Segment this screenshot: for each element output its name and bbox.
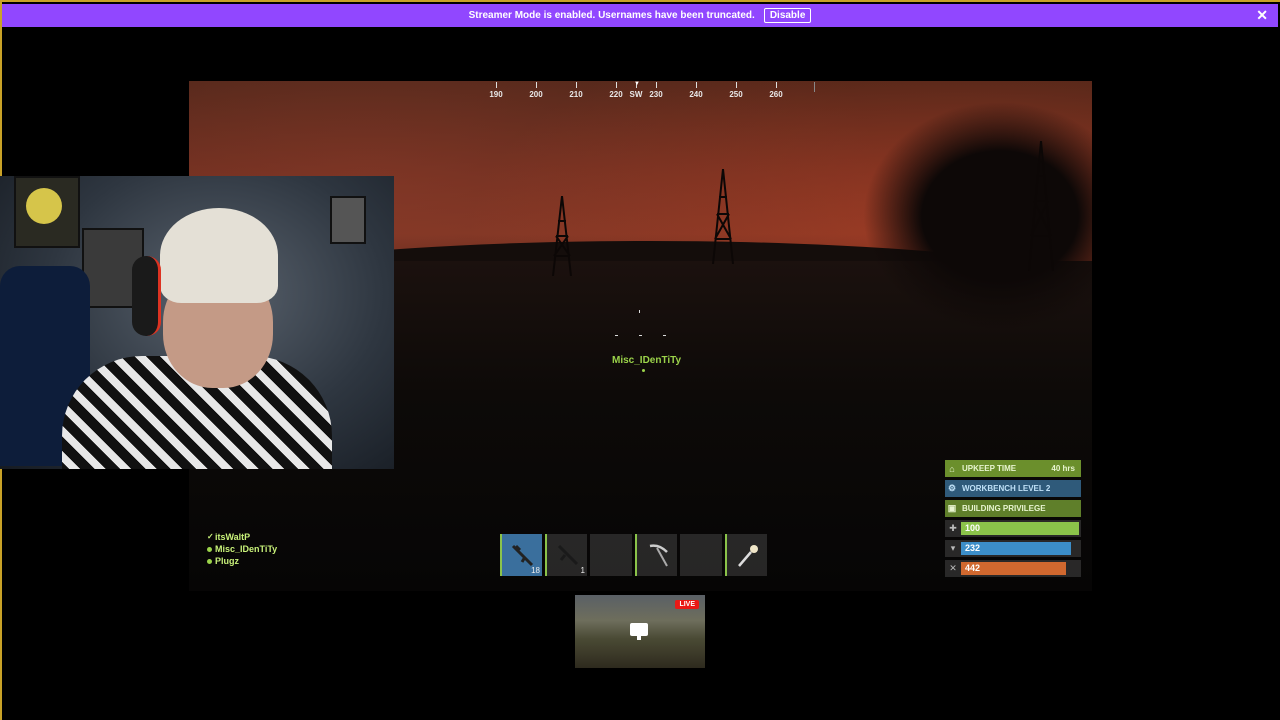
food-value: 442 — [965, 563, 981, 573]
team-member: Plugz — [207, 555, 277, 567]
health-icon: ✚ — [949, 523, 957, 533]
hotbar-slot-5[interactable] — [680, 534, 722, 576]
radio-tower-icon — [1028, 141, 1054, 271]
compass-label: 240 — [689, 90, 703, 99]
item-count: 1 — [580, 566, 585, 575]
dot-icon — [207, 558, 212, 564]
live-badge: LIVE — [675, 600, 699, 609]
close-icon[interactable]: ✕ — [1256, 7, 1268, 24]
check-icon: ✓ — [207, 532, 214, 541]
upkeep-value: 40 hrs — [1051, 464, 1075, 473]
hotbar-slot-2[interactable]: 1 — [545, 534, 587, 576]
player-marker — [642, 369, 645, 372]
workbench-row: ⚙ WORKBENCH LEVEL 2 — [945, 480, 1081, 497]
fork-knife-icon: ✕ — [949, 563, 957, 573]
torch-icon — [738, 545, 758, 567]
compass-label: 220 — [609, 90, 623, 99]
compass-label: 190 — [489, 90, 503, 99]
banner-message: Streamer Mode is enabled. Usernames have… — [468, 10, 755, 21]
compass-label: 230 — [649, 90, 663, 99]
radio-tower-icon — [712, 169, 734, 264]
hotbar-slot-4[interactable] — [635, 534, 677, 576]
health-stat: ✚ 100 — [945, 520, 1081, 537]
cup-icon: ▾ — [950, 543, 956, 553]
poster — [330, 196, 366, 244]
compass-label: 210 — [569, 90, 583, 99]
hotbar-slot-1[interactable]: 18 — [500, 534, 542, 576]
compass-label: 200 — [529, 90, 543, 99]
water-stat: ▾ 232 — [945, 540, 1081, 557]
chat-bubble-icon[interactable] — [630, 623, 648, 640]
rifle-icon — [557, 544, 579, 566]
status-panel: ⌂ UPKEEP TIME 40 hrs ⚙ WORKBENCH LEVEL 2… — [945, 460, 1081, 580]
smiley-icon — [26, 188, 62, 224]
building-icon: ▣ — [947, 503, 957, 513]
disable-button[interactable]: Disable — [763, 8, 812, 23]
picture-in-picture-player[interactable]: LIVE — [575, 595, 705, 668]
privilege-row: ▣ BUILDING PRIVILEGE — [945, 500, 1081, 517]
compass-heading: SW — [629, 90, 643, 99]
privilege-label: BUILDING PRIVILEGE — [962, 504, 1046, 513]
beanie — [160, 208, 278, 303]
team-member: ✓ itsWaltP — [207, 532, 251, 542]
hotbar-slot-6[interactable] — [725, 534, 767, 576]
streamer-mode-banner: Streamer Mode is enabled. Usernames have… — [2, 4, 1278, 27]
gear-icon: ⚙ — [947, 483, 957, 493]
dot-icon — [207, 546, 212, 552]
compass: 190 200 210 220 SW ▼ 230 240 250 260 — [476, 81, 816, 102]
compass-marker-icon: ▼ — [634, 81, 640, 87]
hotbar-slot-3[interactable] — [590, 534, 632, 576]
water-value: 232 — [965, 543, 981, 553]
rifle-icon — [511, 544, 534, 567]
headphones — [132, 256, 161, 336]
hotbar: 18 1 — [500, 534, 767, 576]
webcam-overlay — [0, 176, 394, 469]
health-value: 100 — [965, 523, 981, 533]
item-count: 18 — [531, 566, 540, 575]
team-member: Misc_IDenTiTy — [207, 543, 277, 555]
pickaxe-icon — [649, 544, 668, 567]
compass-label: 250 — [729, 90, 743, 99]
upkeep-label: UPKEEP TIME — [962, 464, 1017, 473]
house-icon: ⌂ — [949, 463, 955, 474]
team-list: ✓ itsWaltP Misc_IDenTiTy Plugz — [207, 531, 277, 567]
player-nametag: Misc_IDenTiTy — [612, 355, 682, 366]
compass-label: 260 — [769, 90, 783, 99]
workbench-label: WORKBENCH LEVEL 2 — [962, 484, 1051, 493]
food-stat: ✕ 442 — [945, 560, 1081, 577]
upkeep-row: ⌂ UPKEEP TIME 40 hrs — [945, 460, 1081, 477]
radio-tower-icon — [552, 196, 572, 276]
